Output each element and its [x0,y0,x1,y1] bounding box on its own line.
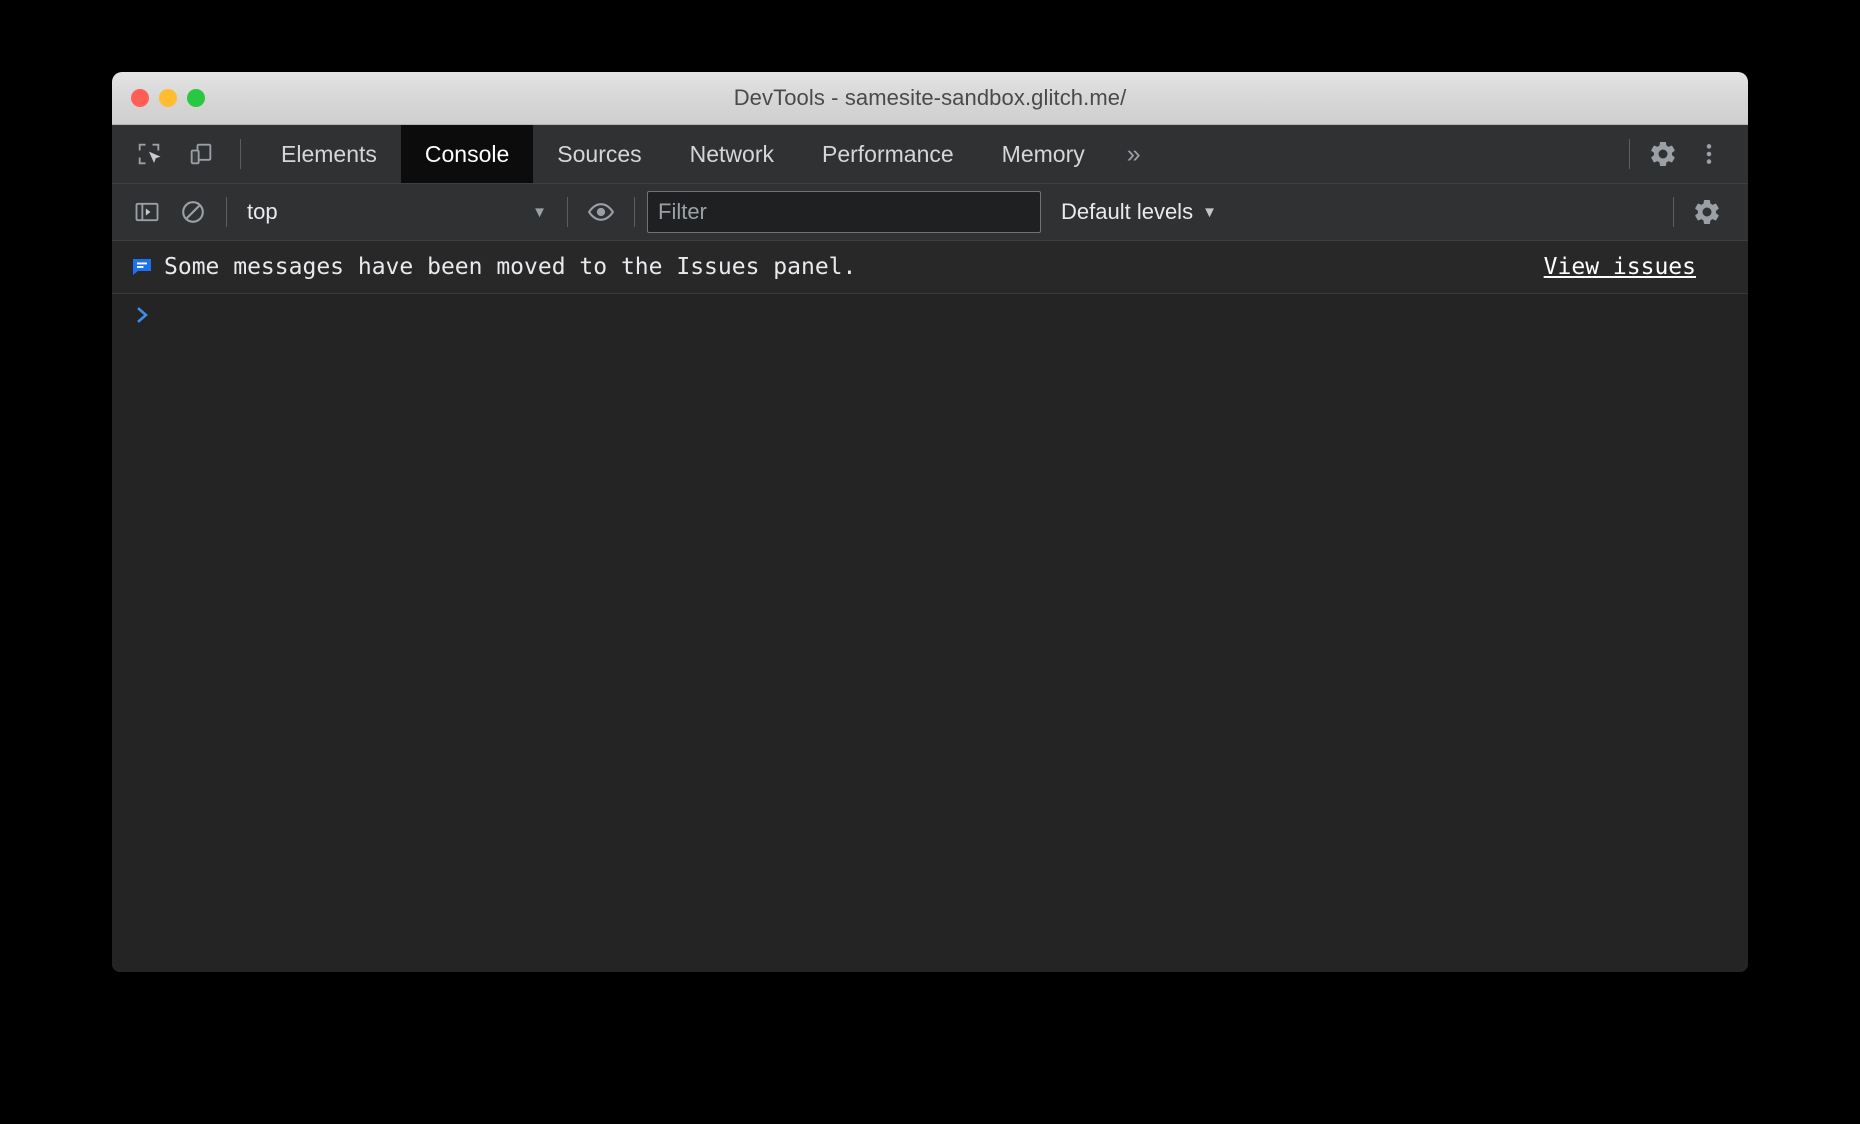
inspect-element-icon[interactable] [126,131,172,177]
minimize-window-button[interactable] [159,89,177,107]
live-expression-eye-icon[interactable] [578,189,624,235]
close-window-button[interactable] [131,89,149,107]
tab-sources[interactable]: Sources [533,125,665,183]
tab-memory[interactable]: Memory [978,125,1109,183]
filterbar-divider-1 [226,197,227,227]
tabbar-right-divider [1629,139,1630,169]
maximize-window-button[interactable] [187,89,205,107]
gear-icon[interactable] [1640,131,1686,177]
console-panel: Some messages have been moved to the Iss… [112,241,1748,972]
filterbar-divider-4 [1673,197,1674,227]
screen: DevTools - samesite-sandbox.glitch.me/ [0,0,1860,1124]
clear-console-icon[interactable] [170,189,216,235]
window-titlebar: DevTools - samesite-sandbox.glitch.me/ [112,72,1748,125]
devtools-tabbar: Elements Console Sources Network Perform… [112,125,1748,183]
execution-context-value: top [247,199,278,225]
window-title: DevTools - samesite-sandbox.glitch.me/ [112,85,1748,111]
console-message-text: Some messages have been moved to the Iss… [164,254,856,280]
tabbar-left-icons [112,125,251,183]
prompt-chevron-icon [134,303,154,334]
console-prompt-row[interactable] [112,294,1748,342]
tab-console[interactable]: Console [401,125,533,183]
filterbar-divider-3 [634,197,635,227]
tab-performance[interactable]: Performance [798,125,978,183]
panel-tabs: Elements Console Sources Network Perform… [257,125,1159,183]
console-sidebar-icon[interactable] [124,189,170,235]
more-tabs-chevron-icon[interactable]: » [1109,125,1159,183]
log-levels-dropdown[interactable]: Default levels ▼ [1061,199,1217,225]
console-settings-gear-icon[interactable] [1684,189,1730,235]
filter-input[interactable]: Filter [647,191,1041,233]
tab-elements[interactable]: Elements [257,125,401,183]
view-issues-link[interactable]: View issues [1544,254,1696,280]
filterbar-divider-2 [567,197,568,227]
device-toolbar-icon[interactable] [178,131,224,177]
console-filter-toolbar: top ▼ Filter Default levels ▼ [112,183,1748,241]
chevron-down-icon: ▼ [1202,204,1217,221]
log-levels-label: Default levels [1061,199,1193,225]
execution-context-dropdown[interactable]: top ▼ [237,194,557,230]
chevron-down-icon: ▼ [532,204,547,221]
devtools-window: DevTools - samesite-sandbox.glitch.me/ [112,72,1748,972]
tabbar-divider [240,139,241,169]
console-message-row[interactable]: Some messages have been moved to the Iss… [112,241,1748,294]
traffic-light-buttons [131,72,205,124]
kebab-menu-icon[interactable] [1686,131,1732,177]
filterbar-right [1663,189,1748,235]
tab-network[interactable]: Network [666,125,798,183]
info-message-icon [130,255,164,279]
tabbar-right-icons [1619,125,1748,183]
